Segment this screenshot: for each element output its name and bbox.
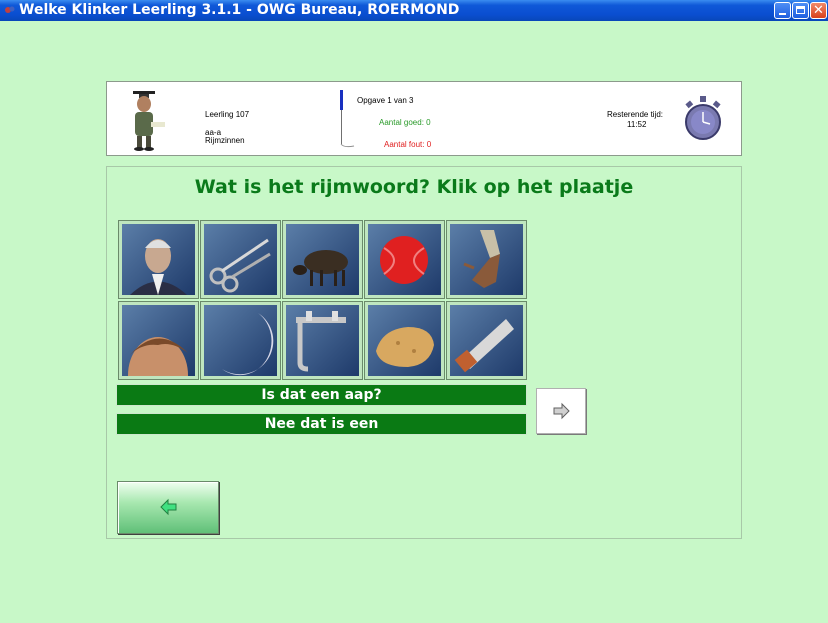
question-text: Wat is het rijmwoord? Klik op het plaatj… xyxy=(194,176,634,198)
minimize-icon xyxy=(779,13,786,15)
man-picture-icon xyxy=(130,239,187,295)
feedback-answer-bar: Nee dat is een xyxy=(116,413,527,435)
picture-tile-tap[interactable] xyxy=(282,301,363,380)
time-label: Resterende tijd: xyxy=(607,110,664,119)
tap-picture-icon xyxy=(296,311,346,372)
sheep-picture-icon xyxy=(293,250,348,286)
picture-tile-ball[interactable] xyxy=(364,220,445,299)
picture-tile-scissors[interactable] xyxy=(200,220,281,299)
sponge-picture-icon xyxy=(376,327,434,367)
moon-picture-icon xyxy=(222,313,274,376)
student-name: Leerling 107 xyxy=(205,110,250,119)
close-button[interactable]: ✕ xyxy=(810,2,827,19)
picture-tile-man[interactable] xyxy=(118,220,199,299)
arrow-right-icon xyxy=(553,402,570,420)
picture-tile-hand[interactable] xyxy=(446,220,527,299)
maximize-button[interactable] xyxy=(792,2,809,19)
scissors-picture-icon xyxy=(209,238,271,293)
hair-picture-icon xyxy=(128,337,188,376)
correct-count: Aantal goed: 0 xyxy=(379,118,431,127)
title-bar: Welke Klinker Leerling 3.1.1 - OWG Burea… xyxy=(0,0,828,21)
picture-tile-sheep[interactable] xyxy=(282,220,363,299)
picture-tile-sponge[interactable] xyxy=(364,301,445,380)
app-icon xyxy=(5,6,15,13)
window-title: Welke Klinker Leerling 3.1.1 - OWG Burea… xyxy=(19,2,460,18)
status-panel: Leerling 107 aa-a Rijmzinnen Opgave 1 va… xyxy=(106,81,742,156)
picture-tile-hair[interactable] xyxy=(118,301,199,380)
close-icon: ✕ xyxy=(813,3,824,18)
picture-tile-moon[interactable] xyxy=(200,301,281,380)
hand-picture-icon xyxy=(463,230,500,288)
maximize-icon xyxy=(796,6,805,14)
back-button[interactable] xyxy=(117,481,219,534)
arrow-left-icon xyxy=(160,498,177,516)
feedback-question-bar: Is dat een aap? xyxy=(116,384,527,406)
time-value: 11:52 xyxy=(627,120,647,129)
stopwatch-icon xyxy=(685,96,721,140)
wrong-count: Aantal fout: 0 xyxy=(384,140,432,149)
exercise-progress: Opgave 1 van 3 xyxy=(357,96,414,105)
minimize-button[interactable] xyxy=(774,2,791,19)
picture-tile-saw[interactable] xyxy=(446,301,527,380)
ball-picture-icon xyxy=(380,236,428,284)
exercise-type: Rijmzinnen xyxy=(205,136,245,145)
saw-picture-icon xyxy=(454,319,514,373)
student-graduate-icon xyxy=(133,91,165,151)
next-button[interactable] xyxy=(536,388,586,434)
